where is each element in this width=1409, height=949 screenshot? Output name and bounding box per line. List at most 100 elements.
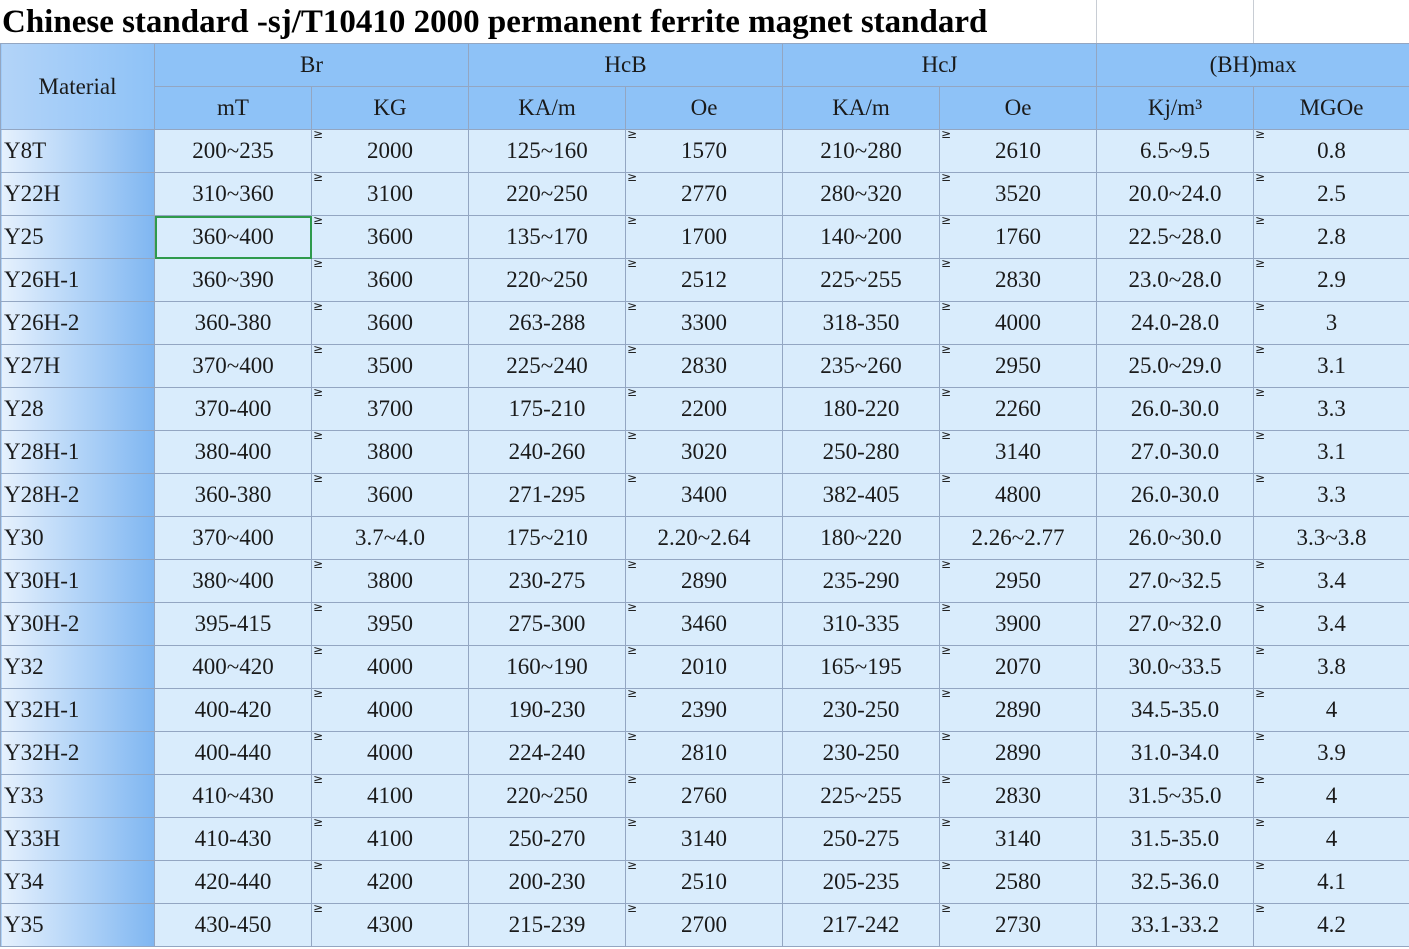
value-cell[interactable]: 22.5~28.0 [1096, 215, 1255, 259]
value-cell[interactable]: 3600 ≥ [311, 258, 469, 302]
value-cell[interactable]: 175~210 [468, 516, 626, 560]
value-cell[interactable]: 235~260 [782, 344, 941, 388]
value-cell[interactable]: 34.5-35.0 [1096, 688, 1255, 732]
value-cell[interactable]: 4100 ≥ [311, 774, 469, 818]
value-cell[interactable]: 3020 ≥ [624, 430, 784, 474]
value-cell[interactable]: 4000 ≥ [311, 645, 469, 689]
value-cell[interactable]: 224-240 [468, 731, 626, 775]
value-cell[interactable]: 370~400 [154, 344, 312, 388]
value-cell[interactable]: 4 ≥ [1253, 688, 1409, 732]
value-cell[interactable]: 3.8 ≥ [1253, 645, 1409, 689]
value-cell[interactable]: 3.3 ≥ [1253, 473, 1409, 517]
material-cell[interactable]: Y26H-2 [0, 301, 155, 345]
value-cell[interactable]: 2390 ≥ [624, 688, 784, 732]
value-cell[interactable]: 3950 ≥ [311, 602, 469, 646]
value-cell[interactable]: 2830 ≥ [939, 258, 1098, 302]
value-cell[interactable]: 380~400 [154, 559, 312, 603]
value-cell[interactable]: 410~430 [154, 774, 312, 818]
value-cell[interactable]: 263-288 [468, 301, 626, 345]
value-cell[interactable]: 2580 ≥ [939, 860, 1098, 904]
material-cell[interactable]: Y32H-2 [0, 731, 155, 775]
material-cell[interactable]: Y22H [0, 172, 155, 216]
value-cell[interactable]: 31.0-34.0 [1096, 731, 1255, 775]
value-cell[interactable]: 4300 ≥ [311, 903, 469, 947]
material-cell[interactable]: Y30H-2 [0, 602, 155, 646]
header-unit-hcj-oe[interactable]: Oe [939, 86, 1098, 130]
value-cell[interactable]: 3140 ≥ [939, 817, 1098, 861]
value-cell[interactable]: 200-230 [468, 860, 626, 904]
value-cell[interactable]: 2510 ≥ [624, 860, 784, 904]
value-cell[interactable]: 2950 ≥ [939, 559, 1098, 603]
header-unit-mgoe[interactable]: MGOe [1253, 86, 1409, 130]
value-cell[interactable]: 1700 ≥ [624, 215, 784, 259]
value-cell[interactable]: 165~195 [782, 645, 941, 689]
value-cell[interactable]: 23.0~28.0 [1096, 258, 1255, 302]
value-cell[interactable]: 3600 ≥ [311, 473, 469, 517]
value-cell[interactable]: 410-430 [154, 817, 312, 861]
value-cell[interactable]: 3.1 ≥ [1253, 430, 1409, 474]
value-cell[interactable]: 4 ≥ [1253, 817, 1409, 861]
value-cell[interactable]: 3.7~4.0 [311, 516, 469, 560]
material-cell[interactable]: Y32 [0, 645, 155, 689]
value-cell[interactable]: 3140 ≥ [624, 817, 784, 861]
value-cell[interactable]: 3600 ≥ [311, 215, 469, 259]
material-cell[interactable]: Y33H [0, 817, 155, 861]
value-cell[interactable]: 2830 ≥ [624, 344, 784, 388]
value-cell[interactable]: 3900 ≥ [939, 602, 1098, 646]
value-cell[interactable]: 205-235 [782, 860, 941, 904]
value-cell[interactable]: 3520 ≥ [939, 172, 1098, 216]
material-cell[interactable]: Y34 [0, 860, 155, 904]
value-cell[interactable]: 27.0~32.0 [1096, 602, 1255, 646]
value-cell[interactable]: 2.9 ≥ [1253, 258, 1409, 302]
value-cell[interactable]: 271-295 [468, 473, 626, 517]
material-cell[interactable]: Y28H-2 [0, 473, 155, 517]
value-cell[interactable]: 2730 ≥ [939, 903, 1098, 947]
value-cell[interactable]: 140~200 [782, 215, 941, 259]
value-cell[interactable]: 6.5~9.5 [1096, 129, 1255, 173]
value-cell[interactable]: 33.1-33.2 [1096, 903, 1255, 947]
value-cell[interactable]: 400-440 [154, 731, 312, 775]
value-cell[interactable]: 4000 ≥ [311, 688, 469, 732]
value-cell[interactable]: 3.4 ≥ [1253, 559, 1409, 603]
value-cell[interactable]: 175-210 [468, 387, 626, 431]
value-cell[interactable]: 4100 ≥ [311, 817, 469, 861]
value-cell[interactable]: 24.0-28.0 [1096, 301, 1255, 345]
value-cell[interactable]: 2950 ≥ [939, 344, 1098, 388]
value-cell[interactable]: 360-380 [154, 473, 312, 517]
header-unit-hcj-kam[interactable]: KA/m [782, 86, 941, 130]
value-cell[interactable]: 280~320 [782, 172, 941, 216]
value-cell[interactable]: 4000 ≥ [939, 301, 1098, 345]
value-cell[interactable]: 2830 ≥ [939, 774, 1098, 818]
value-cell[interactable]: 4.2 ≥ [1253, 903, 1409, 947]
value-cell[interactable]: 200~235 [154, 129, 312, 173]
value-cell[interactable]: 2.20~2.64 [624, 516, 784, 560]
header-group-hcj[interactable]: HcJ [782, 43, 1098, 87]
header-group-br[interactable]: Br [154, 43, 469, 87]
material-cell[interactable]: Y33 [0, 774, 155, 818]
value-cell[interactable]: 3.3~3.8 [1253, 516, 1409, 560]
value-cell[interactable]: 400-420 [154, 688, 312, 732]
value-cell[interactable]: 3.1 ≥ [1253, 344, 1409, 388]
value-cell[interactable]: 180~220 [782, 516, 941, 560]
header-unit-kg[interactable]: KG [311, 86, 469, 130]
value-cell[interactable]: 3140 ≥ [939, 430, 1098, 474]
value-cell[interactable]: 240-260 [468, 430, 626, 474]
material-cell[interactable]: Y30 [0, 516, 155, 560]
value-cell[interactable]: 3300 ≥ [624, 301, 784, 345]
value-cell[interactable]: 125~160 [468, 129, 626, 173]
value-cell[interactable]: 2512 ≥ [624, 258, 784, 302]
value-cell[interactable]: 160~190 [468, 645, 626, 689]
value-cell[interactable]: 3.9 ≥ [1253, 731, 1409, 775]
value-cell[interactable]: 190-230 [468, 688, 626, 732]
material-cell[interactable]: Y25 [0, 215, 155, 259]
value-cell[interactable]: 310-335 [782, 602, 941, 646]
value-cell[interactable]: 220~250 [468, 172, 626, 216]
value-cell[interactable]: 2890 ≥ [939, 688, 1098, 732]
value-cell[interactable]: 2.26~2.77 [939, 516, 1098, 560]
value-cell[interactable]: 210~280 [782, 129, 941, 173]
value-cell[interactable]: 230-250 [782, 731, 941, 775]
value-cell[interactable]: 3100 ≥ [311, 172, 469, 216]
header-group-hcb[interactable]: HcB [467, 43, 784, 87]
value-cell[interactable]: 2260 ≥ [939, 387, 1098, 431]
value-cell[interactable]: 220~250 [468, 258, 626, 302]
